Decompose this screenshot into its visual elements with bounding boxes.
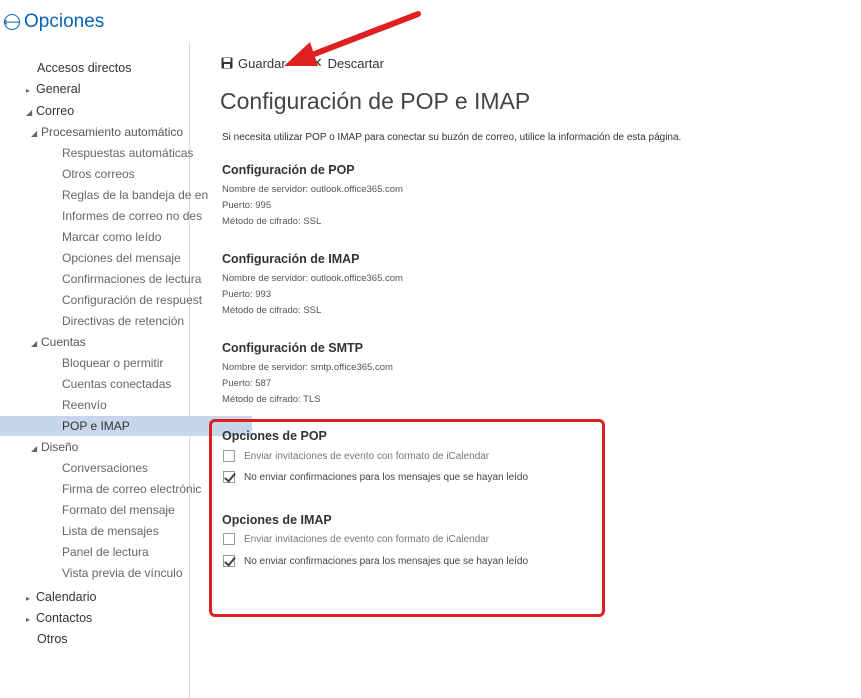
imap-options-title: Opciones de IMAP [222,513,332,527]
imap-settings-title: Configuración de IMAP [222,252,360,266]
sidebar-item[interactable]: ◢ Cuentas [0,332,221,352]
collapse-triangle-icon[interactable]: ◢ [26,103,36,121]
sidebar-item[interactable]: ▸ General [0,79,216,99]
sidebar-item-label: Bloquear o permitir [62,356,164,370]
pop-no-receipts-checkbox[interactable] [223,471,235,483]
sidebar-item-label: Formato del mensaje [62,503,175,517]
sidebar-item[interactable]: ◢ Diseño [0,437,221,457]
pop-server: Nombre de servidor: outlook.office365.co… [222,184,403,195]
expand-triangle-icon[interactable]: ▸ [26,610,36,628]
pop-icalendar-option[interactable]: Enviar invitaciones de evento con format… [223,448,489,464]
pop-settings-title: Configuración de POP [222,163,355,177]
sidebar-item[interactable]: ◢ Correo [0,101,216,121]
collapse-triangle-icon[interactable]: ◢ [31,334,41,352]
sidebar-item[interactable]: Opciones del mensaje [0,248,252,268]
sidebar-item[interactable]: Cuentas conectadas [0,374,252,394]
sidebar-item-label: Opciones del mensaje [62,251,181,265]
sidebar-item[interactable]: ▸ Calendario [0,587,216,607]
pop-icalendar-checkbox[interactable] [223,450,235,462]
sidebar-item-label: Confirmaciones de lectura [62,272,202,286]
sidebar-item-label: Directivas de retención [62,314,185,328]
sidebar-item[interactable]: Informes de correo no des [0,206,252,226]
sidebar-item-label: Lista de mensajes [62,524,159,538]
sidebar-item[interactable]: Otros correos [0,164,252,184]
sidebar-item[interactable]: ◢ Procesamiento automático [0,122,221,142]
imap-server: Nombre de servidor: outlook.office365.co… [222,273,403,284]
sidebar-item[interactable]: Respuestas automáticas [0,143,252,163]
sidebar-item-label: POP e IMAP [62,419,130,433]
imap-icalendar-option[interactable]: Enviar invitaciones de evento con format… [223,531,489,547]
pop-no-receipts-label: No enviar confirmaciones para los mensaj… [244,471,529,483]
imap-icalendar-checkbox[interactable] [223,533,235,545]
sidebar-item-label: Cuentas [41,335,86,349]
sidebar-item-label: Firma de correo electrónic [62,482,202,496]
sidebar-item[interactable]: ▸ Contactos [0,608,216,628]
smtp-encryption: Método de cifrado: TLS [222,394,321,405]
sidebar-item[interactable]: Accesos directos [0,58,227,78]
sidebar-item[interactable]: Directivas de retención [0,311,252,331]
sidebar-item-label: Panel de lectura [62,545,149,559]
sidebar-item[interactable]: Bloquear o permitir [0,353,252,373]
sidebar-item-label: Reenvío [62,398,107,412]
sidebar-item[interactable]: Reenvío [0,395,252,415]
expand-triangle-icon[interactable]: ▸ [26,81,36,99]
pop-icalendar-label: Enviar invitaciones de evento con format… [244,450,490,462]
sidebar-item[interactable]: Reglas de la bandeja de en [0,185,252,205]
imap-no-receipts-option[interactable]: No enviar confirmaciones para los mensaj… [223,553,528,569]
sidebar-item-label: General [36,82,81,96]
imap-no-receipts-label: No enviar confirmaciones para los mensaj… [244,555,529,567]
sidebar: Accesos directos ▸ General ◢ Correo ◢ Procesam… [0,42,252,698]
intro-text: Si necesita utilizar POP o IMAP para con… [222,132,682,143]
sidebar-item-label: Cuentas conectadas [62,377,172,391]
header: ⟵ Opciones [3,9,104,35]
collapse-triangle-icon[interactable]: ◢ [31,124,41,142]
collapse-triangle-icon[interactable]: ◢ [31,439,41,457]
page-title: Configuración de POP e IMAP [220,88,531,114]
sidebar-item-label: Marcar como leído [62,230,162,244]
sidebar-item-label: Conversaciones [62,461,149,475]
expand-triangle-icon[interactable]: ▸ [26,589,36,607]
imap-no-receipts-checkbox[interactable] [223,555,235,567]
floppy-disk-icon [221,57,233,69]
pop-options-title: Opciones de POP [222,429,327,443]
sidebar-item-label: Accesos directos [37,61,132,75]
sidebar-item-label: Respuestas automáticas [62,146,194,160]
imap-port: Puerto: 993 [222,289,272,300]
sidebar-item-label: Reglas de la bandeja de en [62,188,209,202]
sidebar-item-label: Configuración de respuest [62,293,203,307]
smtp-settings-title: Configuración de SMTP [222,341,363,355]
sidebar-item-label: Procesamiento automático [41,125,184,139]
sidebar-item-label: Diseño [41,440,79,454]
pop-no-receipts-option[interactable]: No enviar confirmaciones para los mensaj… [223,469,528,485]
pop-encryption: Método de cifrado: SSL [222,216,322,227]
sidebar-item-label: Contactos [36,611,93,625]
smtp-server: Nombre de servidor: smtp.office365.com [222,362,393,373]
sidebar-item-label: Otros [37,632,68,646]
sidebar-item-label: Calendario [36,590,97,604]
annotation-arrow-icon [284,11,421,66]
sidebar-item[interactable]: Otros [0,629,227,649]
sidebar-item-label: Otros correos [62,167,135,181]
pop-port: Puerto: 995 [222,200,272,211]
smtp-port: Puerto: 587 [222,378,272,389]
page-header-title[interactable]: Opciones [24,11,104,33]
sidebar-item[interactable]: Marcar como leído [0,227,252,247]
sidebar-item-label: Vista previa de vínculo [62,566,183,580]
sidebar-item[interactable]: Confirmaciones de lectura [0,269,252,289]
sidebar-item[interactable]: Configuración de respuest [0,290,252,310]
imap-encryption: Método de cifrado: SSL [222,305,322,316]
sidebar-item-label: Correo [36,104,75,118]
back-arrow-icon[interactable]: ⟵ [3,14,21,30]
imap-icalendar-label: Enviar invitaciones de evento con format… [244,533,490,545]
sidebar-item-label: Informes de correo no des [62,209,203,223]
